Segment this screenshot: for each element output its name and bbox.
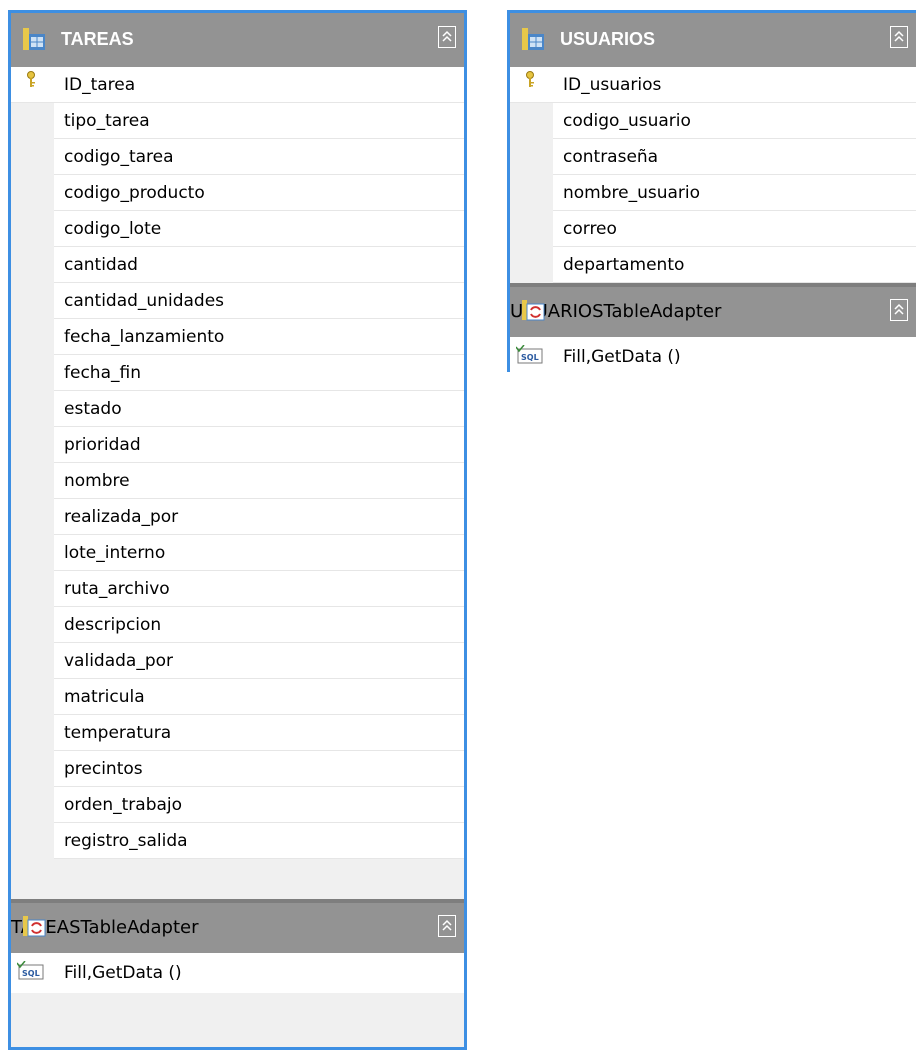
adapter-method-row[interactable]: SQL Fill,GetData () — [510, 337, 916, 377]
column-row[interactable]: departamento — [553, 247, 916, 283]
primary-key-icon — [526, 71, 534, 87]
table-adapter-header[interactable]: USUARIOSTableAdapter — [510, 287, 916, 337]
column-row[interactable]: cantidad — [54, 247, 464, 283]
svg-text:SQL: SQL — [521, 353, 539, 362]
column-row[interactable]: validada_por — [54, 643, 464, 679]
column-row[interactable]: matricula — [54, 679, 464, 715]
table-icon — [23, 28, 45, 50]
chevron-up-double-icon — [894, 303, 904, 315]
column-row[interactable]: contraseña — [553, 139, 916, 175]
column-list: ID_usuarios codigo_usuario contraseña no… — [510, 67, 916, 283]
table-title: TAREAS — [61, 29, 134, 49]
svg-text:SQL: SQL — [22, 969, 40, 978]
column-row[interactable]: nombre — [54, 463, 464, 499]
column-row[interactable]: fecha_fin — [54, 355, 464, 391]
column-row[interactable]: registro_salida — [54, 823, 464, 859]
collapse-button[interactable] — [438, 26, 456, 48]
panel-spacer — [11, 859, 464, 899]
sql-query-icon: SQL — [516, 345, 543, 364]
collapse-button[interactable] — [438, 915, 456, 937]
column-row[interactable]: codigo_usuario — [553, 103, 916, 139]
column-row[interactable]: estado — [54, 391, 464, 427]
column-row[interactable]: descripcion — [54, 607, 464, 643]
method-name: Fill,GetData () — [563, 347, 681, 367]
collapse-button[interactable] — [890, 26, 908, 48]
column-row[interactable]: prioridad — [54, 427, 464, 463]
column-name: ID_tarea — [64, 75, 136, 95]
chevron-up-double-icon — [894, 30, 904, 42]
column-row[interactable]: codigo_lote — [54, 211, 464, 247]
usuarios-table[interactable]: USUARIOS ID_usuarios codigo_usuario cont… — [507, 10, 916, 377]
table-adapter-icon — [522, 300, 545, 321]
primary-key-icon — [27, 71, 35, 87]
tareas-table[interactable]: TAREAS ID_tarea tipo_tarea codigo_tarea … — [8, 10, 467, 1050]
chevron-up-double-icon — [442, 919, 452, 931]
chevron-up-double-icon — [442, 30, 452, 42]
usuarios-table-header[interactable]: USUARIOS — [510, 13, 916, 67]
column-row[interactable]: fecha_lanzamiento — [54, 319, 464, 355]
column-row[interactable]: lote_interno — [54, 535, 464, 571]
adapter-method-row[interactable]: SQL Fill,GetData () — [11, 953, 464, 993]
column-row[interactable]: cantidad_unidades — [54, 283, 464, 319]
table-title: USUARIOS — [560, 29, 656, 49]
table-adapter-icon — [23, 916, 46, 937]
column-row[interactable]: nombre_usuario — [553, 175, 916, 211]
table-adapter-header[interactable]: TAREASTableAdapter — [11, 903, 464, 953]
column-list: ID_tarea tipo_tarea codigo_tarea codigo_… — [11, 67, 464, 859]
sql-query-icon: SQL — [17, 961, 44, 980]
column-row[interactable]: realizada_por — [54, 499, 464, 535]
column-row[interactable]: correo — [553, 211, 916, 247]
column-row[interactable]: ruta_archivo — [54, 571, 464, 607]
tareas-table-header[interactable]: TAREAS — [11, 13, 464, 67]
column-row[interactable]: codigo_tarea — [54, 139, 464, 175]
column-row[interactable]: orden_trabajo — [54, 787, 464, 823]
method-name: Fill,GetData () — [64, 963, 182, 983]
table-icon — [522, 28, 544, 50]
column-name: ID_usuarios — [563, 75, 662, 95]
column-row[interactable]: temperatura — [54, 715, 464, 751]
column-row[interactable]: tipo_tarea — [54, 103, 464, 139]
key-column-row[interactable]: ID_usuarios — [510, 67, 916, 103]
key-column-row[interactable]: ID_tarea — [11, 67, 464, 103]
column-row[interactable]: precintos — [54, 751, 464, 787]
collapse-button[interactable] — [890, 299, 908, 321]
column-row[interactable]: codigo_producto — [54, 175, 464, 211]
